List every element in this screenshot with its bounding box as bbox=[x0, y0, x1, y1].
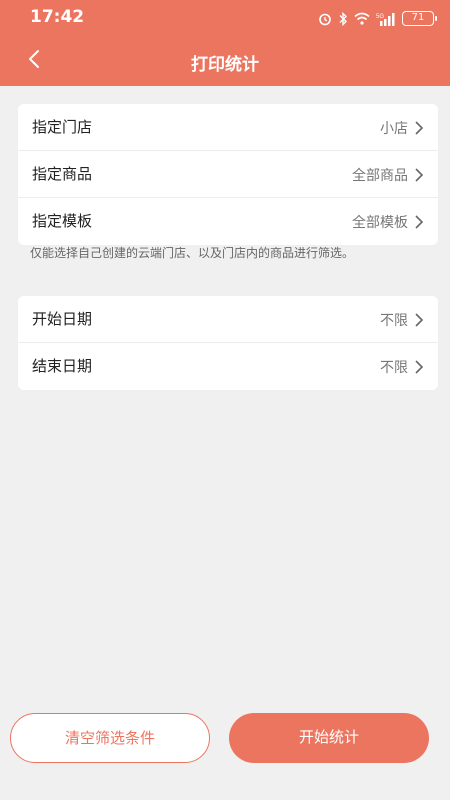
row-label: 指定门店 bbox=[32, 118, 93, 136]
battery-icon: 71 bbox=[402, 11, 437, 26]
status-bar: 17:42 5G 71 bbox=[0, 0, 450, 34]
row-value: 小店 bbox=[380, 121, 408, 137]
chevron-right-icon bbox=[415, 121, 424, 135]
row-value: 不限 bbox=[380, 360, 408, 376]
chevron-right-icon bbox=[415, 168, 424, 182]
start-date-row[interactable]: 开始日期 不限 bbox=[18, 296, 438, 343]
status-time: 17:42 bbox=[30, 7, 85, 27]
status-icons: 5G 71 bbox=[318, 11, 437, 26]
chevron-right-icon bbox=[415, 313, 424, 327]
filter-hint: 仅能选择自己创建的云端门店、以及门店内的商品进行筛选。 bbox=[30, 246, 355, 260]
start-statistics-button[interactable]: 开始统计 bbox=[229, 713, 429, 763]
row-value: 全部模板 bbox=[352, 215, 408, 231]
row-label: 开始日期 bbox=[32, 310, 93, 328]
product-filter-row[interactable]: 指定商品 全部商品 bbox=[18, 151, 438, 198]
filter-card: 指定门店 小店 指定商品 全部商品 指定模板 全部模板 bbox=[18, 104, 438, 245]
date-card: 开始日期 不限 结束日期 不限 bbox=[18, 296, 438, 390]
page-title: 打印统计 bbox=[191, 55, 259, 75]
template-filter-row[interactable]: 指定模板 全部模板 bbox=[18, 198, 438, 245]
clear-filters-button[interactable]: 清空筛选条件 bbox=[10, 713, 210, 763]
row-label: 指定模板 bbox=[32, 212, 93, 230]
chevron-right-icon bbox=[415, 360, 424, 374]
row-value: 全部商品 bbox=[352, 168, 408, 184]
signal-icon: 5G bbox=[376, 12, 396, 26]
row-label: 指定商品 bbox=[32, 165, 93, 183]
wifi-icon bbox=[354, 12, 370, 25]
chevron-right-icon bbox=[415, 215, 424, 229]
network-label: 5G bbox=[376, 14, 384, 20]
header-bar: 17:42 5G 71 打印统计 bbox=[0, 0, 450, 86]
row-label: 结束日期 bbox=[32, 357, 93, 375]
alarm-icon bbox=[318, 12, 332, 26]
row-value: 不限 bbox=[380, 313, 408, 329]
end-date-row[interactable]: 结束日期 不限 bbox=[18, 343, 438, 390]
store-filter-row[interactable]: 指定门店 小店 bbox=[18, 104, 438, 151]
bluetooth-icon bbox=[338, 11, 348, 26]
